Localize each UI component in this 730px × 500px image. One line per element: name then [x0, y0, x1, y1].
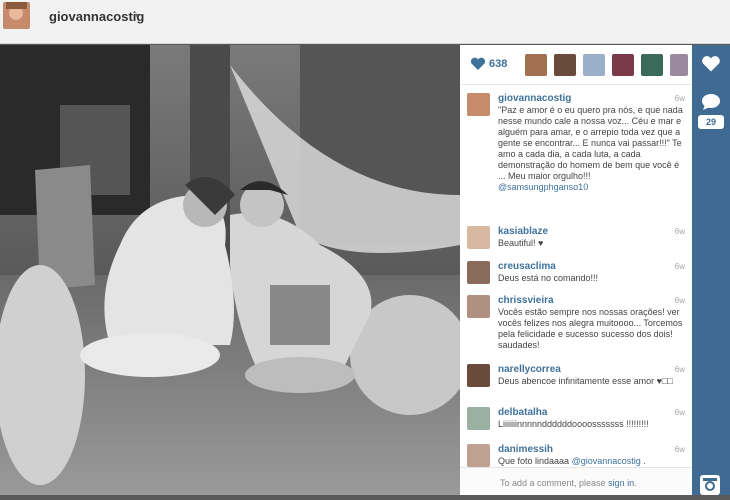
comment-text: Vocês estão sempre nos nossas orações! v… [498, 307, 683, 350]
avatar[interactable] [467, 93, 490, 116]
caption-body: "Paz e amor é o eu quero pra nós, e que … [498, 105, 683, 181]
avatar[interactable] [467, 364, 490, 387]
chevron-down-icon[interactable]: ▾ [135, 11, 139, 20]
list-item: chrissvieira 6w Vocês estão sempre nos n… [460, 293, 692, 358]
comment-username[interactable]: creusaclima [498, 261, 556, 272]
comment-username[interactable]: danimessih [498, 444, 553, 455]
comment-username[interactable]: delbatalha [498, 407, 547, 418]
avatar[interactable] [467, 444, 490, 467]
list-item: narellycorrea 6w Deus abencoe infinitame… [460, 362, 692, 400]
list-item: creusaclima 6w Deus está no comando!!! [460, 259, 692, 289]
comment-username[interactable]: chrissvieira [498, 295, 554, 306]
comment-text: Beautiful! ♥ [498, 238, 544, 248]
comment-text: Que foto lindaaaa @giovannacostig . [498, 456, 686, 467]
list-item: kasiablaze 6w Beautiful! ♥ [460, 224, 692, 254]
comment-count[interactable]: 29 [698, 115, 724, 129]
add-comment-prompt-end: . [634, 478, 637, 488]
heart-icon[interactable] [701, 55, 721, 73]
comment-text: Deus está no comando!!! [498, 273, 599, 283]
caption-text: "Paz e amor é o eu quero pra nós, e que … [498, 105, 686, 193]
comment-time: 6w [674, 365, 685, 374]
comment-time: 6w [674, 408, 685, 417]
mention-link[interactable]: @giovannacostig . [572, 456, 646, 466]
comment-time: 6w [674, 262, 685, 271]
comment-text: Deus abencoe infinitamente esse amor ♥□□ [498, 376, 673, 386]
likes-count[interactable]: 638 [489, 58, 507, 70]
comment-time: 6w [674, 296, 685, 305]
comment-username[interactable]: giovannacostig [498, 93, 571, 104]
comment-bubble-icon[interactable] [701, 93, 721, 111]
add-comment-prompt: To add a comment, please sign in. [500, 478, 637, 488]
liker-avatar[interactable] [641, 54, 663, 76]
list-item: delbatalha 6w Liiiiiiinnnnnddddddoooosss… [460, 405, 692, 437]
comment-time: 6w [674, 94, 685, 103]
add-comment-prompt-text: To add a comment, please [500, 478, 609, 488]
post-side-panel: 638 giovannacostig 6w "Paz e amor é o eu… [460, 45, 692, 495]
post-photo[interactable] [0, 45, 460, 495]
heart-icon[interactable] [470, 57, 486, 71]
liker-avatar[interactable] [525, 54, 547, 76]
add-comment-bar: To add a comment, please sign in. [460, 467, 692, 495]
likes-row: 638 [460, 45, 692, 85]
avatar[interactable] [467, 261, 490, 284]
avatar[interactable] [467, 407, 490, 430]
comment-time: 6w [674, 445, 685, 454]
avatar[interactable] [467, 226, 490, 249]
liker-avatar[interactable] [583, 54, 605, 76]
profile-avatar[interactable] [3, 2, 30, 29]
comment-body: Que foto lindaaaa [498, 456, 572, 466]
list-item: danimessih 6w Que foto lindaaaa @giovann… [460, 442, 692, 467]
comment-username[interactable]: kasiablaze [498, 226, 548, 237]
instagram-icon[interactable] [700, 475, 720, 495]
mention-link[interactable]: @samsungphganso10 [498, 182, 588, 192]
comment-time: 6w [674, 227, 685, 236]
liker-avatar[interactable] [554, 54, 576, 76]
comment-username[interactable]: narellycorrea [498, 364, 561, 375]
comment-text: Liiiiiiinnnnnddddddoooosssssss !!!!!!!!! [498, 419, 649, 429]
caption-item: giovannacostig 6w "Paz e amor é o eu que… [460, 91, 692, 241]
liker-avatar[interactable] [670, 54, 688, 76]
profile-username[interactable]: giovannacostig [49, 9, 144, 24]
sign-in-link[interactable]: sign in [608, 478, 634, 488]
top-bar: giovannacostig ▾ [0, 0, 730, 44]
comments-list[interactable]: giovannacostig 6w "Paz e amor é o eu que… [460, 87, 692, 467]
action-sidebar: 29 [692, 45, 730, 495]
avatar[interactable] [467, 295, 490, 318]
liker-avatar[interactable] [612, 54, 634, 76]
